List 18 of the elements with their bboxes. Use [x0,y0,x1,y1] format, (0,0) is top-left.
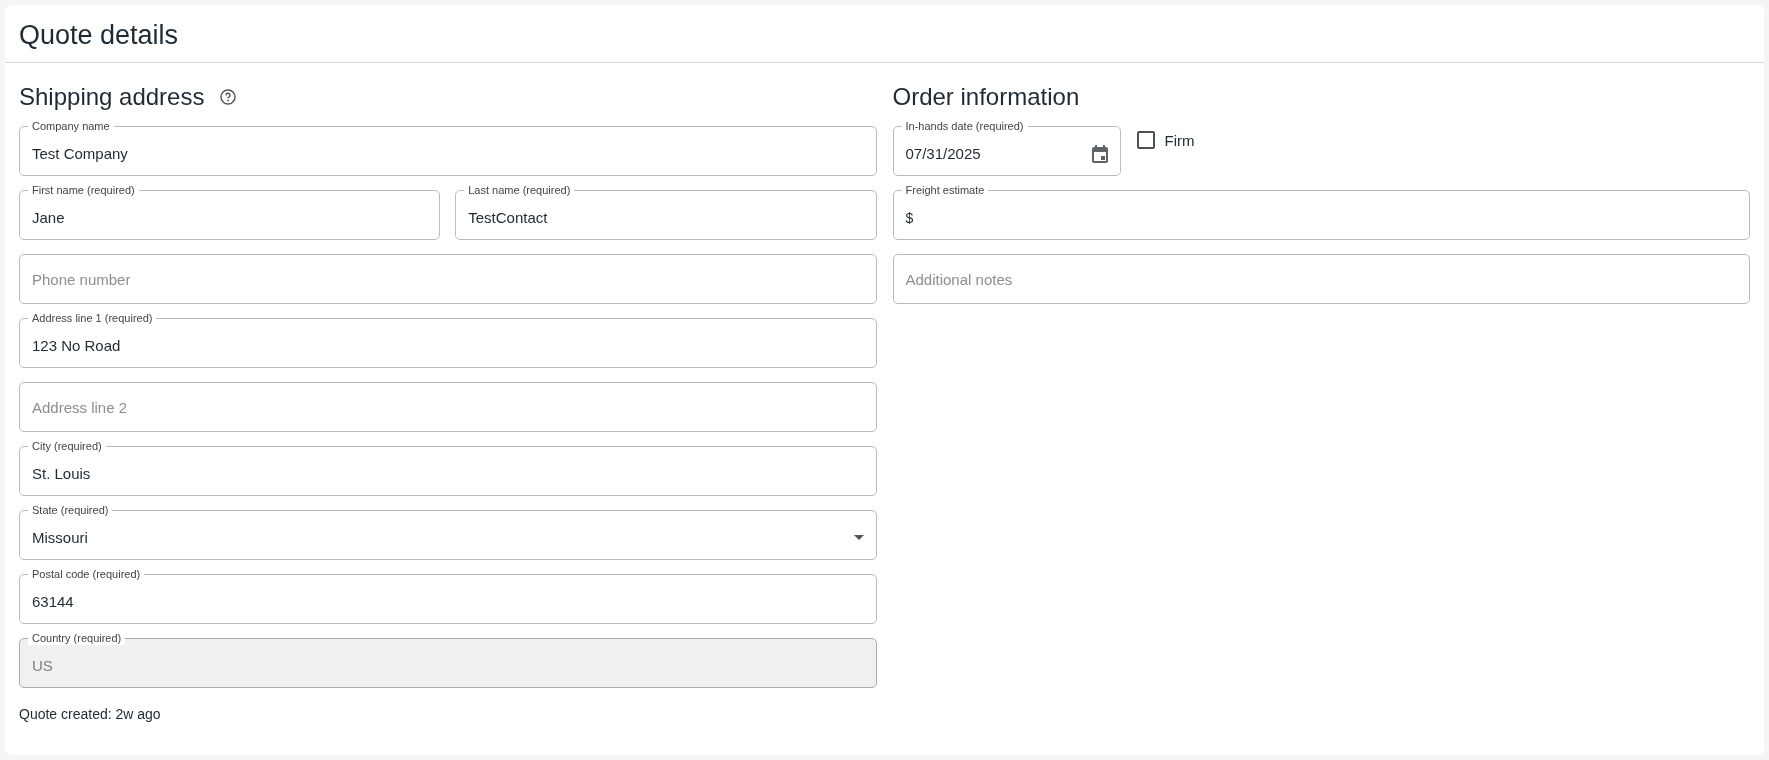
input-field[interactable]: First name (required) Jane [19,183,441,240]
created-time-text: Quote created: 2w ago [19,706,162,722]
state-dropdown[interactable]: State (required) Missouri [19,503,877,560]
input-field[interactable]: City (required) St. Louis [19,439,877,496]
help-icon[interactable] [220,89,237,105]
calendar-icon[interactable] [1091,144,1108,163]
date-field[interactable]: In-hands date (required) 07/31/2025 [892,119,1121,176]
page-title: Quote details [5,5,1764,63]
caret-icon [853,535,864,540]
input-field[interactable]: Postal code (required) 63144 [19,567,877,624]
input-field[interactable]: Company name Test Company [19,119,877,176]
input-field[interactable]: Address line 1 (required) 123 No Road [19,311,877,368]
currency-prefix: $ [905,209,914,226]
input-field[interactable]: Last name (required) TestContact [455,183,877,240]
section-heading: Order information [892,83,1080,111]
input-field[interactable]: Freight estimate $ [892,183,1750,240]
firm-checkbox[interactable]: Firm [1136,131,1195,149]
section-heading: Shipping address [19,83,205,111]
